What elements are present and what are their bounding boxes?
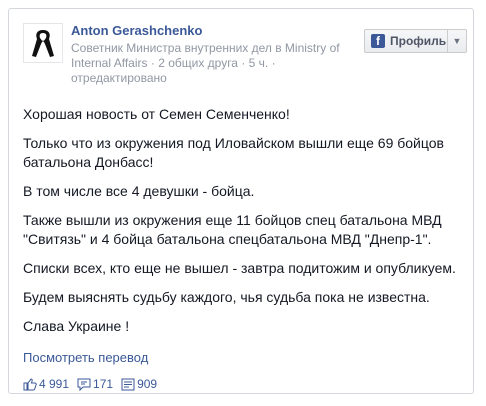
post-body: Хорошая новость от Семен Семенченко! Тол… <box>23 105 463 346</box>
post-paragraph: Будем выяснять судьбу каждого, чья судьб… <box>23 289 430 305</box>
mutual-friends-link[interactable]: 2 общих друга <box>158 56 238 70</box>
post-paragraph: Только что из окружения под Иловайском в… <box>23 135 444 170</box>
post-header: Anton Gerashchenko Советник Министра вну… <box>9 9 473 95</box>
facebook-f-icon: f <box>371 34 385 48</box>
shares-count: 909 <box>137 377 158 391</box>
post-paragraph: Также вышли из окружения еще 11 бойцов с… <box>23 212 442 247</box>
post-paragraph: Слава Украине ! <box>23 318 130 334</box>
meta-separator: · <box>241 56 246 70</box>
meta-separator: · <box>150 56 155 70</box>
post-paragraph: В том числе все 4 девушки - бойца. <box>23 183 255 199</box>
post-meta: Советник Министра внутренних дел в Minis… <box>71 41 371 86</box>
author-name-link[interactable]: Anton Gerashchenko <box>71 23 202 38</box>
likes-count: 4 991 <box>39 377 70 391</box>
comment-icon <box>77 378 91 391</box>
meta-separator: · <box>271 56 276 70</box>
share-icon <box>121 378 135 390</box>
mourning-ribbon-icon <box>32 30 54 57</box>
profile-button-label: Профиль <box>390 34 447 48</box>
facebook-post-card: Anton Gerashchenko Советник Министра вну… <box>8 8 474 394</box>
likes-stat[interactable]: 4 991 <box>23 377 69 391</box>
edited-link[interactable]: отредактировано <box>71 71 167 85</box>
avatar[interactable] <box>23 23 63 63</box>
shares-stat[interactable]: 909 <box>121 377 157 391</box>
thumbs-up-icon <box>23 377 37 390</box>
post-paragraph: Списки всех, кто еще не вышел - завтра п… <box>23 260 456 276</box>
post-paragraph: Хорошая новость от Семен Семенченко! <box>23 106 290 122</box>
chevron-down-icon[interactable]: ▼ <box>448 36 466 46</box>
profile-button[interactable]: f Профиль ▼ <box>364 29 467 53</box>
post-stats: 4 991 171 909 <box>23 377 165 391</box>
comments-count: 171 <box>93 377 114 391</box>
timestamp-link[interactable]: 5 ч. <box>249 56 269 70</box>
see-translation-link[interactable]: Посмотреть перевод <box>23 350 148 365</box>
comments-stat[interactable]: 171 <box>77 377 113 391</box>
